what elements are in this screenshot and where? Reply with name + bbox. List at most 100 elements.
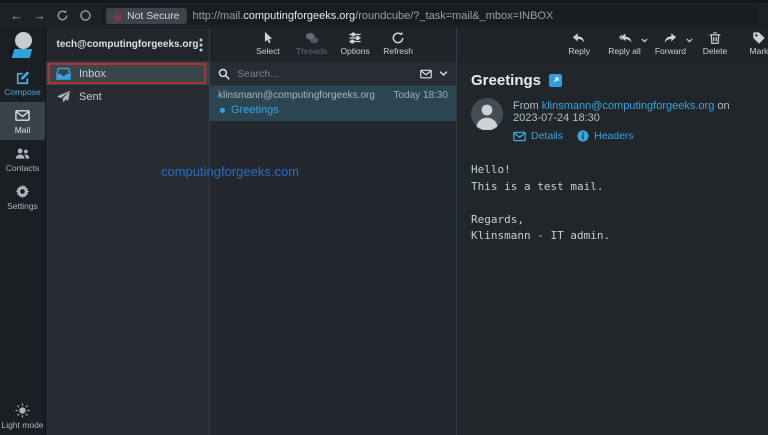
- unread-dot-icon: [220, 108, 225, 113]
- inbox-label: Inbox: [79, 68, 106, 80]
- sidebar-spacer: [0, 216, 45, 397]
- open-in-window-icon[interactable]: [549, 74, 562, 87]
- options-label: Options: [340, 46, 369, 56]
- reload-icon[interactable]: [56, 9, 69, 22]
- list-toolbar: Select Threads Options Refresh: [210, 28, 456, 62]
- contacts-label: Contacts: [6, 163, 40, 173]
- refresh-button[interactable]: Refresh: [383, 31, 413, 62]
- sidebar-item-compose[interactable]: Compose: [0, 64, 45, 102]
- contacts-icon: [15, 146, 30, 161]
- roundcube-logo: [0, 28, 45, 62]
- search-scope-mail-icon[interactable]: [420, 68, 432, 80]
- message-body: Hello! This is a test mail. Regards, Kli…: [471, 162, 754, 245]
- message-list-item[interactable]: klinsmann@computingforgeeks.org Today 18…: [210, 86, 456, 121]
- from-email-link[interactable]: klinsmann@computingforgeeks.org: [542, 100, 715, 112]
- trash-icon: [708, 31, 722, 45]
- logo-cube: [12, 49, 33, 58]
- folder-item-inbox[interactable]: Inbox: [46, 62, 209, 85]
- mark-button[interactable]: Mark: [744, 31, 768, 62]
- message-content: Greetings From klinsmann@computingforgee…: [457, 62, 768, 245]
- security-badge-label: Not Secure: [127, 10, 180, 22]
- from-label: From: [513, 100, 539, 112]
- headers-label: Headers: [594, 130, 634, 142]
- security-badge[interactable]: Not Secure: [106, 8, 187, 24]
- paper-plane-icon: [56, 90, 71, 103]
- browser-toolbar: ← → Not Secure http://mail.computingforg…: [0, 3, 768, 28]
- sun-icon: [15, 403, 30, 418]
- meta-links: Details Headers: [513, 130, 754, 142]
- headers-link[interactable]: Headers: [577, 130, 634, 142]
- search-input[interactable]: [237, 68, 413, 80]
- message-list-panel: Select Threads Options Refresh: [209, 28, 457, 435]
- back-icon[interactable]: ←: [10, 9, 23, 22]
- message-view-panel: Reply Reply all Forward Delete: [457, 28, 768, 435]
- select-button[interactable]: Select: [253, 31, 283, 62]
- options-button[interactable]: Options: [340, 31, 370, 62]
- pointer-icon: [261, 31, 275, 45]
- refresh-icon: [391, 31, 405, 45]
- insecure-lock-icon: [113, 10, 123, 22]
- logo-sphere: [15, 32, 32, 49]
- refresh-label: Refresh: [383, 46, 413, 56]
- sidebar-item-settings[interactable]: Settings: [0, 178, 45, 216]
- sidebar-item-mail[interactable]: Mail: [0, 102, 45, 140]
- message-meta: klinsmann@computingforgeeks.org Today 18…: [218, 90, 448, 101]
- task-sidebar: Compose Mail Contacts Settings Light mod…: [0, 28, 45, 435]
- mail-label: Mail: [15, 125, 31, 135]
- light-mode-label: Light mode: [1, 420, 43, 430]
- screen: ← → Not Secure http://mail.computingforg…: [0, 0, 768, 435]
- details-envelope-icon: [513, 131, 526, 142]
- select-label: Select: [256, 46, 280, 56]
- reply-all-icon: [618, 31, 632, 45]
- chevron-down-icon[interactable]: [439, 70, 448, 77]
- reply-icon: [572, 31, 586, 45]
- forward-button[interactable]: Forward: [655, 31, 686, 62]
- compose-label: Compose: [4, 87, 40, 97]
- mark-label: Mark: [750, 46, 768, 56]
- delete-button[interactable]: Delete: [700, 31, 730, 62]
- compose-icon: [15, 70, 30, 85]
- message-date: Today 18:30: [394, 90, 449, 101]
- light-mode-toggle[interactable]: Light mode: [0, 397, 45, 435]
- kebab-menu-icon[interactable]: [199, 38, 203, 52]
- folders-panel: tech@computingforgeeks.org Inbox Sent: [45, 28, 209, 435]
- inbox-icon: [56, 67, 71, 80]
- reply-all-button[interactable]: Reply all: [608, 31, 641, 62]
- message-subject: Greetings: [231, 104, 279, 116]
- reply-all-caret-icon[interactable]: [641, 38, 648, 43]
- message-subject-row: Greetings: [218, 104, 448, 116]
- details-link[interactable]: Details: [513, 130, 563, 142]
- options-icon: [348, 31, 362, 45]
- gear-icon: [15, 184, 30, 199]
- folder-item-sent[interactable]: Sent: [46, 85, 209, 108]
- view-toolbar: Reply Reply all Forward Delete: [457, 28, 768, 62]
- sidebar-item-contacts[interactable]: Contacts: [0, 140, 45, 178]
- avatar: [471, 98, 503, 130]
- forward-icon[interactable]: →: [33, 9, 46, 22]
- address-bar[interactable]: Not Secure http://mail.computingforgeeks…: [102, 6, 758, 25]
- threads-icon: [305, 31, 319, 45]
- message-view-subject: Greetings: [471, 72, 541, 89]
- reply-all-label: Reply all: [608, 46, 641, 56]
- details-label: Details: [531, 130, 563, 142]
- info-icon: [577, 130, 589, 142]
- tag-icon: [752, 31, 766, 45]
- url-text: http://mail.computingforgeeks.org/roundc…: [193, 10, 554, 22]
- threads-button[interactable]: Threads: [296, 31, 327, 62]
- account-email: tech@computingforgeeks.org: [57, 39, 199, 50]
- settings-label: Settings: [7, 201, 38, 211]
- forward-label: Forward: [655, 46, 686, 56]
- reply-button[interactable]: Reply: [564, 31, 594, 62]
- sent-label: Sent: [79, 91, 102, 103]
- search-icon: [218, 68, 230, 80]
- account-header: tech@computingforgeeks.org: [46, 28, 209, 62]
- forward-caret-icon[interactable]: [686, 38, 693, 43]
- roundcube-app: Compose Mail Contacts Settings Light mod…: [0, 28, 768, 435]
- mail-icon: [15, 108, 30, 123]
- forward-icon: [663, 31, 677, 45]
- subject-row: Greetings: [471, 72, 754, 89]
- search-bar: [210, 62, 456, 86]
- site-icon[interactable]: [79, 9, 92, 22]
- sender-block: From klinsmann@computingforgeeks.org on …: [471, 98, 754, 142]
- delete-label: Delete: [703, 46, 728, 56]
